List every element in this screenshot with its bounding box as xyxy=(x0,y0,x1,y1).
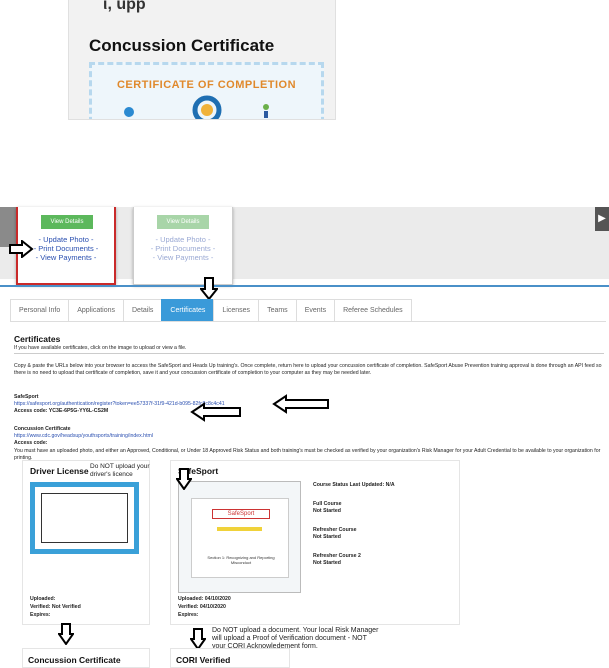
left-arrow-annotation-icon xyxy=(190,402,241,422)
safesport-expires: Expires: xyxy=(178,612,199,618)
tab-certificates[interactable]: Certificates xyxy=(161,299,215,321)
view-payments-link[interactable]: - View Payments - xyxy=(134,253,232,262)
partial-text: ι, upp xyxy=(103,0,146,13)
instructions-text: Copy & paste the URLs below into your br… xyxy=(14,363,602,376)
next-arrow-button[interactable]: ▶ xyxy=(595,207,609,231)
view-details-button[interactable]: View Details xyxy=(41,215,93,229)
cori-verified-heading: CORI Verified xyxy=(176,655,231,665)
certificate-page: SafeSport Section 1: Recognizing and Rep… xyxy=(191,498,289,578)
update-photo-link[interactable]: - Update Photo - xyxy=(134,235,232,244)
driver-license-note: Do NOT upload your driver's licence xyxy=(90,463,150,478)
yellow-bar xyxy=(217,527,262,531)
driver-license-expires: Expires: xyxy=(30,612,51,618)
tab-personal-info[interactable]: Personal Info xyxy=(10,299,70,321)
tab-referee-schedules[interactable]: Referee Schedules xyxy=(334,299,412,321)
refresher-course-2-status: Not Started xyxy=(313,560,341,566)
tab-details[interactable]: Details xyxy=(123,299,163,321)
view-details-button[interactable]: View Details xyxy=(157,215,209,229)
concussion-access-code: Access code: xyxy=(14,440,48,446)
course-status-updated: Course Status Last Updated: N/A xyxy=(313,482,395,488)
card-links: - Update Photo - - Print Documents - - V… xyxy=(134,235,232,262)
safesport-certificate-image[interactable]: SafeSport Section 1: Recognizing and Rep… xyxy=(178,481,301,593)
down-arrow-annotation-icon xyxy=(190,628,206,650)
refresher-course-label: Refresher Course xyxy=(313,527,357,533)
certificate-image[interactable]: CERTIFICATE OF COMPLETION xyxy=(89,62,324,119)
certificates-heading: Certificates xyxy=(14,334,61,344)
refresher-course-status: Not Started xyxy=(313,534,341,540)
badge-icon xyxy=(192,95,222,119)
driver-license-verified: Verified: Not Verified xyxy=(30,604,81,610)
concussion-certificate-heading: Concussion Certificate xyxy=(28,655,121,665)
safesport-verified: Verified: 04/10/2020 xyxy=(178,604,226,610)
profile-card-2: View Details - Update Photo - - Print Do… xyxy=(133,207,233,285)
left-arrow-annotation-icon xyxy=(272,394,329,414)
concussion-url-link[interactable]: https://www.cdc.gov/headsup/youthsports/… xyxy=(14,433,153,440)
tab-teams[interactable]: Teams xyxy=(258,299,297,321)
certificate-banner: CERTIFICATE OF COMPLETION xyxy=(116,79,297,91)
tab-applications[interactable]: Applications xyxy=(68,299,124,321)
header-divider xyxy=(0,285,609,287)
full-course-label: Full Course xyxy=(313,501,342,507)
concussion-certificate-title: Concussion Certificate xyxy=(89,36,275,55)
tabs-underline xyxy=(10,321,606,322)
figure-icon xyxy=(263,104,269,118)
concussion-label: Concussion Certificate xyxy=(14,426,71,432)
full-course-status: Not Started xyxy=(313,508,341,514)
driver-license-image[interactable] xyxy=(30,482,139,554)
down-arrow-annotation-icon xyxy=(200,277,218,301)
safesport-thumb-brand: SafeSport xyxy=(212,509,270,519)
section-divider xyxy=(14,353,604,354)
down-arrow-annotation-icon xyxy=(176,468,192,490)
driver-license-title: Driver License xyxy=(30,466,89,476)
print-documents-link[interactable]: - Print Documents - xyxy=(134,244,232,253)
tab-events[interactable]: Events xyxy=(295,299,336,321)
safesport-access-code: Access code: YC3E-6P5G-YY6L-CS2M xyxy=(14,408,109,414)
refresher-course-2-label: Refresher Course 2 xyxy=(313,553,361,559)
figure-icon xyxy=(124,107,134,117)
tab-licenses[interactable]: Licenses xyxy=(213,299,260,321)
right-arrow-annotation-icon xyxy=(9,240,34,258)
concussion-certificate-preview: ι, upp Concussion Certificate CERTIFICAT… xyxy=(68,0,336,120)
down-arrow-annotation-icon xyxy=(58,623,74,645)
safesport-thumb-caption: Section 1: Recognizing and Reporting Mis… xyxy=(207,555,275,565)
certificates-subheading: If you have available certificates, clic… xyxy=(14,345,187,351)
monitor-screen xyxy=(41,493,128,543)
safesport-label: SafeSport xyxy=(14,394,39,400)
profile-tabs: Personal Info Applications Details Certi… xyxy=(10,299,412,321)
driver-license-uploaded: Uploaded: xyxy=(30,596,56,602)
safesport-uploaded: Uploaded: 04/10/2020 xyxy=(178,596,231,602)
